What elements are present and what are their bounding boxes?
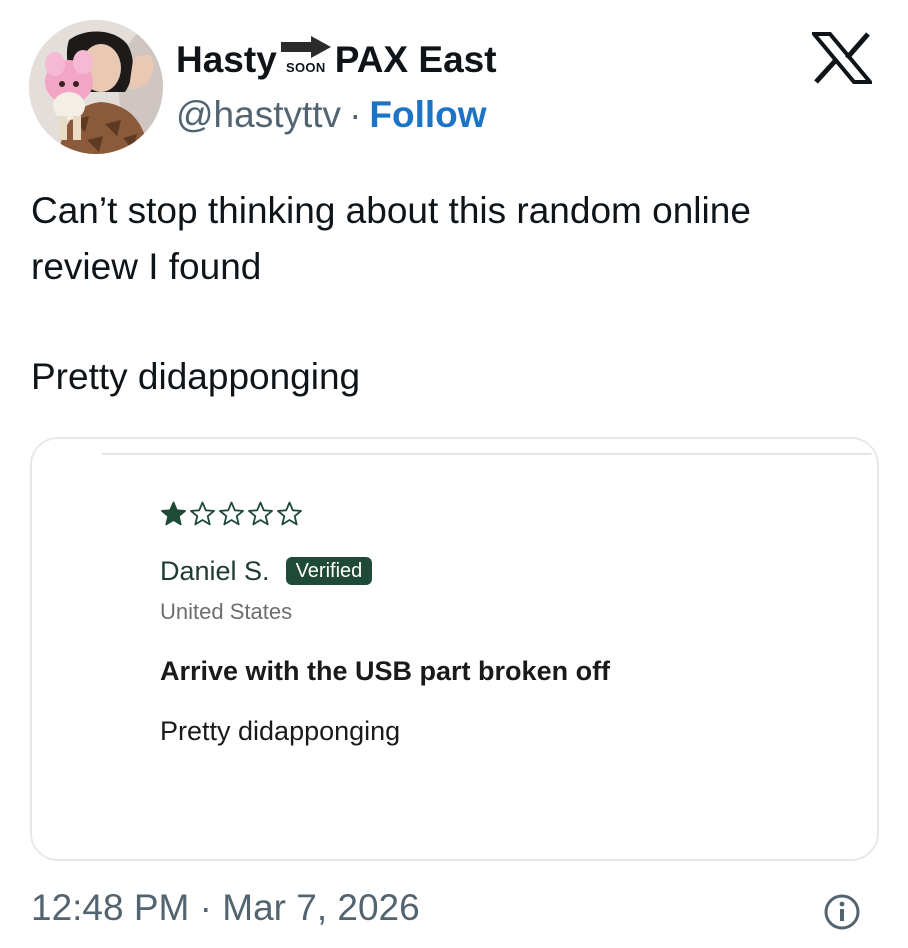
author-handle[interactable]: @hastyttv — [176, 93, 341, 137]
right-arrow-icon — [280, 36, 331, 58]
soon-arrow-badge: SOON — [278, 36, 334, 75]
reviewer-country: United States — [160, 599, 293, 624]
tweet-text-line-3: Pretty didapponging — [31, 356, 361, 397]
avatar[interactable] — [29, 20, 163, 154]
tweet-text-line-2: review I found — [31, 246, 262, 287]
star-empty-icon — [277, 501, 302, 526]
author-handle-row: @hastyttv · Follow — [176, 93, 487, 137]
soon-caption: SOON — [286, 60, 326, 75]
tweet-timestamp[interactable]: 12:48 PM · Mar 7, 2026 — [31, 884, 420, 932]
review-image-card[interactable]: Daniel S. Verified United States Arrive … — [30, 437, 879, 861]
star-empty-icon — [190, 501, 215, 526]
separator-dot: · — [349, 94, 362, 135]
info-circle-icon[interactable] — [823, 893, 861, 931]
review-title: Arrive with the USB part broken off — [160, 656, 611, 686]
star-empty-icon — [219, 501, 244, 526]
star-rating — [160, 501, 303, 527]
reviewer-row: Daniel S. Verified — [160, 553, 373, 589]
x-logo-icon[interactable] — [809, 32, 875, 84]
follow-button[interactable]: Follow — [369, 93, 486, 137]
star-filled-icon — [161, 501, 186, 526]
reviewer-name: Daniel S. — [160, 556, 270, 586]
tweet-text-line-1: Can’t stop thinking about this random on… — [31, 190, 751, 231]
verified-badge: Verified — [285, 557, 373, 585]
avatar-photo — [29, 20, 163, 154]
author-name-part-2: PAX East — [334, 39, 497, 80]
review-body: Pretty didapponging — [160, 716, 401, 746]
tweet-embed: Hasty SOON PAX East @hastyttv · Follow C… — [0, 0, 908, 948]
author-name-part-1: Hasty — [176, 39, 277, 80]
author-name[interactable]: Hasty SOON PAX East — [176, 36, 497, 84]
star-empty-icon — [248, 501, 273, 526]
card-divider — [102, 453, 872, 455]
